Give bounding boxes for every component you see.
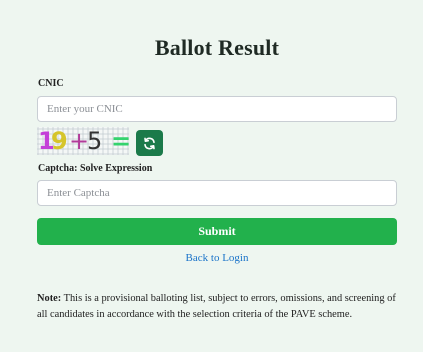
cnic-label: CNIC: [38, 78, 64, 89]
note-prefix: Note:: [37, 293, 62, 304]
disclaimer-note: Note: This is a provisional balloting li…: [37, 291, 399, 323]
submit-button[interactable]: Submit: [37, 218, 397, 245]
captcha-char: =: [111, 127, 132, 155]
ballot-result-card: Ballot Result CNIC 1 9 + 5 = Captcha: So…: [0, 0, 423, 352]
note-text: This is a provisional balloting list, su…: [37, 293, 396, 320]
cnic-input[interactable]: [37, 96, 397, 122]
back-to-login-link[interactable]: Back to Login: [0, 252, 423, 264]
refresh-captcha-button[interactable]: [136, 130, 163, 156]
captcha-input[interactable]: [37, 180, 397, 206]
captcha-char: 9: [51, 127, 68, 155]
captcha-char: 5: [87, 127, 103, 155]
captcha-label: Captcha: Solve Expression: [38, 163, 153, 174]
captcha-row: 1 9 + 5 =: [37, 127, 237, 157]
refresh-icon: [144, 137, 155, 150]
page-title: Ballot Result: [154, 35, 280, 60]
captcha-image: 1 9 + 5 =: [37, 127, 132, 155]
